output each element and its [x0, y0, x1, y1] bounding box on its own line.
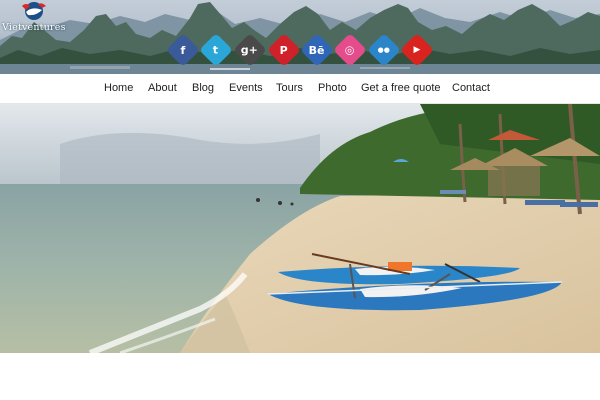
mountain-landscape [0, 2, 600, 74]
nav-get-a-free-quote[interactable]: Get a free quote [361, 82, 441, 94]
main-nav: Home About Blog Events Tours Photo Get a… [0, 74, 600, 104]
nav-blog[interactable]: Blog [192, 82, 214, 94]
nav-contact[interactable]: Contact [452, 82, 490, 94]
nav-photo[interactable]: Photo [318, 82, 347, 94]
nav-home[interactable]: Home [104, 82, 133, 94]
header-banner: Vietventures f t g+ P Bē ◎ ●● ▶ [0, 0, 600, 74]
nav-events[interactable]: Events [229, 82, 263, 94]
nav-about[interactable]: About [148, 82, 177, 94]
hero-image [0, 104, 600, 353]
brand-name: Vietventures [2, 22, 66, 33]
beach-scene [0, 104, 600, 353]
nav-tours[interactable]: Tours [276, 82, 303, 94]
